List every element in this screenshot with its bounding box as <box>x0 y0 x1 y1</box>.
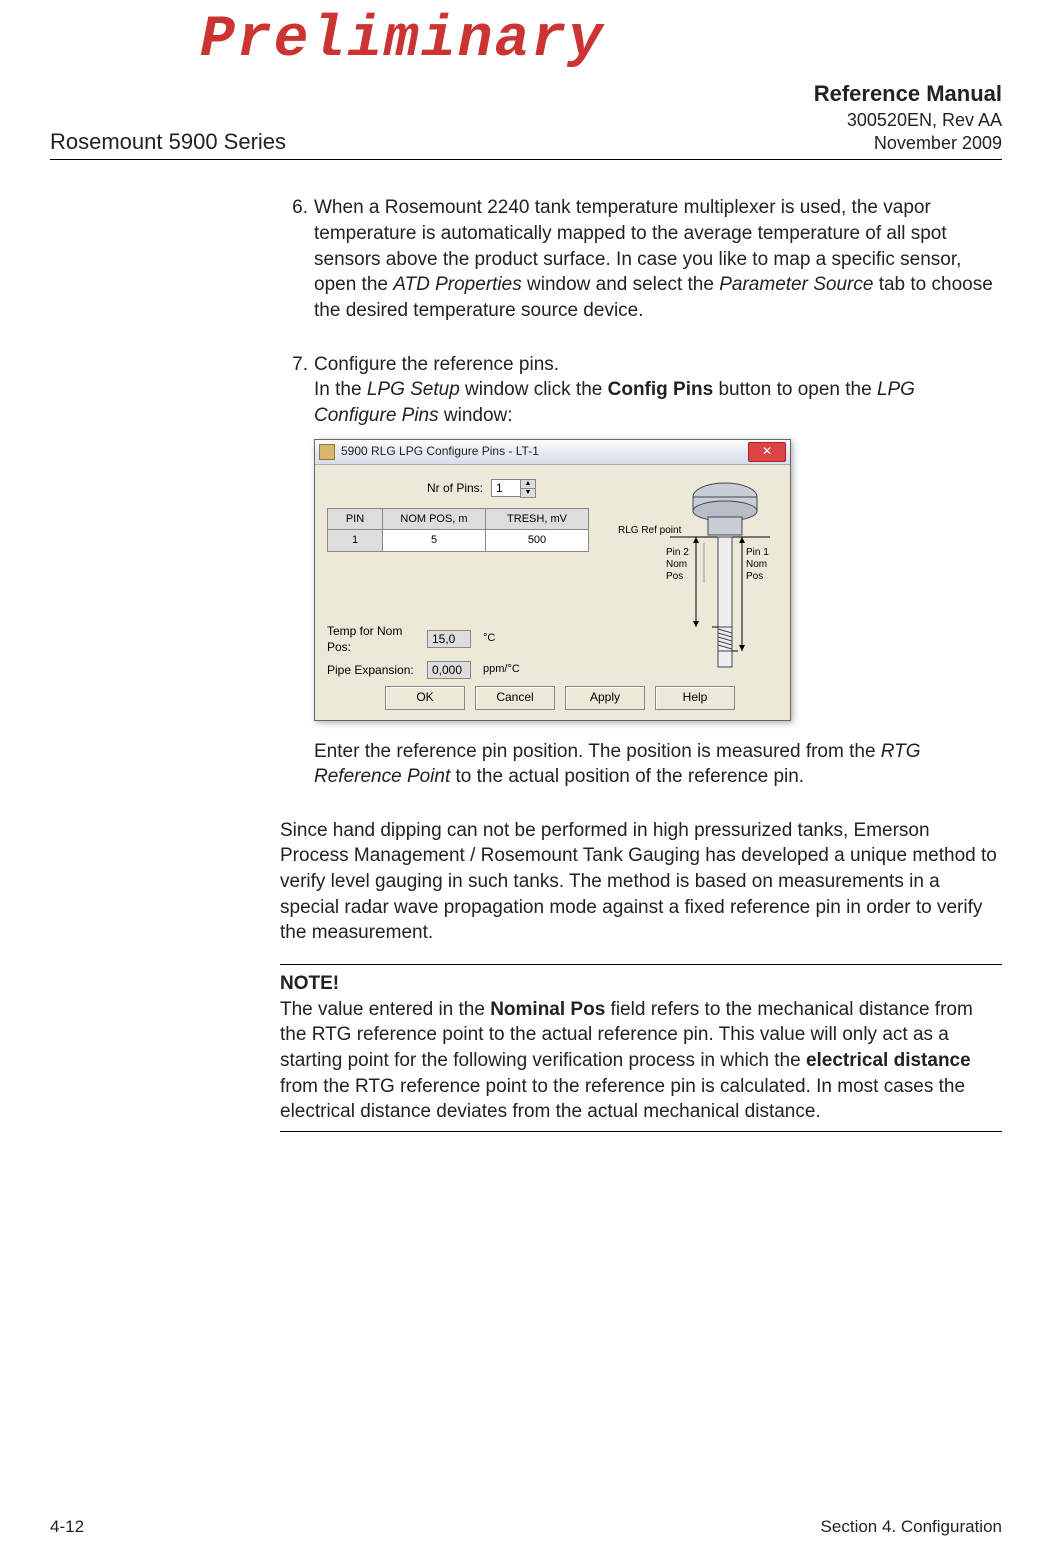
dialog-body: Nr of Pins: 1 ▲ ▼ PIN <box>315 465 790 720</box>
pipe-input[interactable]: 0,000 <box>427 661 471 679</box>
temp-label: Temp for Nom Pos: <box>327 623 427 655</box>
diagram-label-rlgref: RLG Ref point <box>618 525 682 536</box>
cell-pin: 1 <box>328 530 383 552</box>
svg-text:Pos: Pos <box>746 571 763 582</box>
text: Configure the reference pins. <box>314 352 1002 378</box>
text: from the RTG reference point to the refe… <box>280 1076 965 1123</box>
svg-text:Pos: Pos <box>666 571 683 582</box>
text: button to open the <box>713 379 877 400</box>
dialog-title: 5900 RLG LPG Configure Pins - LT-1 <box>341 443 748 459</box>
paragraph-handdipping: Since hand dipping can not be performed … <box>280 818 1002 946</box>
dialog-buttons: OK Cancel Apply Help <box>385 686 735 710</box>
text: window click the <box>460 379 608 400</box>
header-date: November 2009 <box>814 132 1002 155</box>
close-icon[interactable]: ✕ <box>748 442 786 462</box>
text-bold: Nominal Pos <box>490 999 605 1020</box>
text-italic: LPG Setup <box>367 379 460 400</box>
step-number: 7. <box>280 352 314 790</box>
svg-text:Pin 2: Pin 2 <box>666 547 689 558</box>
section-label: Section 4. Configuration <box>821 1517 1002 1537</box>
rlg-diagram: RLG Ref point Pin 2 Nom Pos Pin 1 Nom Po… <box>610 479 778 674</box>
text-italic: ATD Properties <box>393 274 521 295</box>
step-7: 7. Configure the reference pins. In the … <box>280 352 1002 790</box>
diagram-svg: RLG Ref point Pin 2 Nom Pos Pin 1 Nom Po… <box>610 479 778 674</box>
text-bold: electrical distance <box>806 1050 971 1071</box>
step-body: Configure the reference pins. In the LPG… <box>314 352 1002 790</box>
col-tresh: TRESH, mV <box>486 508 589 530</box>
step-number: 6. <box>280 195 314 323</box>
page-header: Rosemount 5900 Series Reference Manual 3… <box>50 80 1002 160</box>
header-title: Reference Manual <box>814 80 1002 109</box>
col-pin: PIN <box>328 508 383 530</box>
spinner-down-icon[interactable]: ▼ <box>521 489 535 497</box>
svg-text:Nom: Nom <box>666 559 687 570</box>
header-series: Rosemount 5900 Series <box>50 129 286 155</box>
help-button[interactable]: Help <box>655 686 735 710</box>
svg-text:Pin 1: Pin 1 <box>746 547 769 558</box>
dialog-titlebar: 5900 RLG LPG Configure Pins - LT-1 ✕ <box>315 440 790 465</box>
text-bold: Config Pins <box>608 379 714 400</box>
main-content: 6. When a Rosemount 2240 tank temperatur… <box>280 195 1002 1131</box>
apply-button[interactable]: Apply <box>565 686 645 710</box>
ok-button[interactable]: OK <box>385 686 465 710</box>
nr-pins-input[interactable]: 1 <box>491 479 521 497</box>
app-icon <box>319 444 335 460</box>
pipe-label: Pipe Expansion: <box>327 662 427 678</box>
text: Enter the reference pin position. The po… <box>314 741 881 762</box>
text: window: <box>439 405 513 426</box>
cell-nompos[interactable]: 5 <box>383 530 486 552</box>
svg-text:Nom: Nom <box>746 559 767 570</box>
dialog-screenshot: 5900 RLG LPG Configure Pins - LT-1 ✕ Nr … <box>314 439 1002 721</box>
step-body: When a Rosemount 2240 tank temperature m… <box>314 195 1002 323</box>
text: to the actual position of the reference … <box>450 766 804 787</box>
cancel-button[interactable]: Cancel <box>475 686 555 710</box>
page-footer: 4-12 Section 4. Configuration <box>50 1517 1002 1537</box>
page-number: 4-12 <box>50 1517 84 1537</box>
note-body: The value entered in the Nominal Pos fie… <box>280 997 1002 1125</box>
col-nompos: NOM POS, m <box>383 508 486 530</box>
nr-pins-label: Nr of Pins: <box>427 480 483 496</box>
text: window and select the <box>522 274 720 295</box>
configure-pins-dialog: 5900 RLG LPG Configure Pins - LT-1 ✕ Nr … <box>314 439 791 721</box>
header-docnum: 300520EN, Rev AA <box>814 109 1002 132</box>
temp-unit: °C <box>483 631 495 646</box>
text: In the <box>314 379 367 400</box>
pipe-unit: ppm/°C <box>483 662 520 677</box>
step-6: 6. When a Rosemount 2240 tank temperatur… <box>280 195 1002 323</box>
header-doc-info: Reference Manual 300520EN, Rev AA Novemb… <box>814 80 1002 155</box>
nr-pins-spinner[interactable]: ▲ ▼ <box>520 479 536 498</box>
pin-table: PIN NOM POS, m TRESH, mV 1 5 500 <box>327 508 589 553</box>
spinner-up-icon[interactable]: ▲ <box>521 480 535 489</box>
watermark-text: Preliminary <box>200 8 605 73</box>
cell-tresh[interactable]: 500 <box>486 530 589 552</box>
temp-input[interactable]: 15,0 <box>427 630 471 648</box>
bottom-fields: Temp for Nom Pos: 15,0 °C Pipe Expansion… <box>327 623 520 685</box>
text-italic: Parameter Source <box>719 274 873 295</box>
note-box: NOTE! The value entered in the Nominal P… <box>280 964 1002 1132</box>
text: The value entered in the <box>280 999 490 1020</box>
note-heading: NOTE! <box>280 971 1002 997</box>
